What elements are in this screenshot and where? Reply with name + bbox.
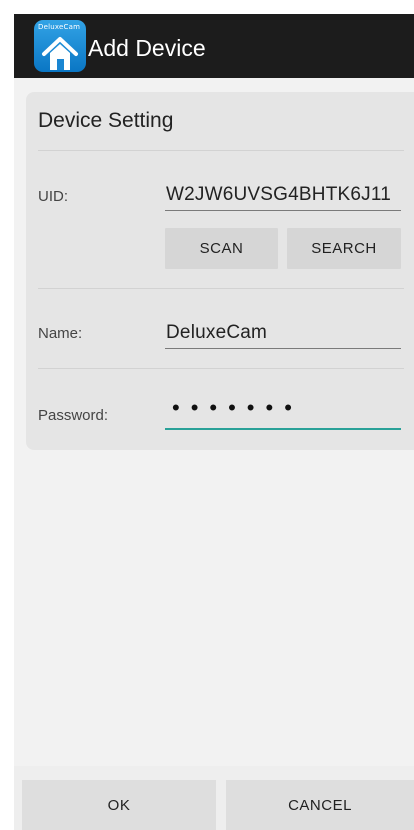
app-bar: DeluxeCam Add Device [14, 14, 414, 78]
card-title: Device Setting [38, 109, 174, 132]
main-content: Device Setting UID: W2JW6UVSG4BHTK6J11 S… [14, 78, 414, 766]
name-field-underline [165, 348, 401, 349]
device-setting-card: Device Setting UID: W2JW6UVSG4BHTK6J11 S… [26, 92, 414, 450]
scan-button[interactable]: SCAN [165, 228, 278, 269]
password-field-underline [165, 428, 401, 430]
house-icon [42, 37, 78, 70]
name-field[interactable]: DeluxeCam [166, 322, 400, 344]
password-field[interactable]: ••••••• [172, 395, 303, 421]
divider [38, 150, 404, 151]
cancel-button[interactable]: CANCEL [226, 780, 414, 830]
bottom-bar: OK CANCEL [14, 766, 414, 830]
uid-field-underline [165, 210, 401, 211]
divider [38, 288, 404, 289]
name-label: Name: [38, 325, 83, 342]
search-button[interactable]: SEARCH [287, 228, 401, 269]
divider [38, 368, 404, 369]
password-label: Password: [38, 407, 109, 424]
uid-field[interactable]: W2JW6UVSG4BHTK6J11 [166, 184, 400, 206]
app-logo: DeluxeCam [34, 20, 86, 72]
app-logo-brand: DeluxeCam [38, 23, 81, 31]
page-title: Add Device [88, 34, 206, 61]
uid-label: UID: [38, 188, 68, 205]
ok-button[interactable]: OK [22, 780, 216, 830]
